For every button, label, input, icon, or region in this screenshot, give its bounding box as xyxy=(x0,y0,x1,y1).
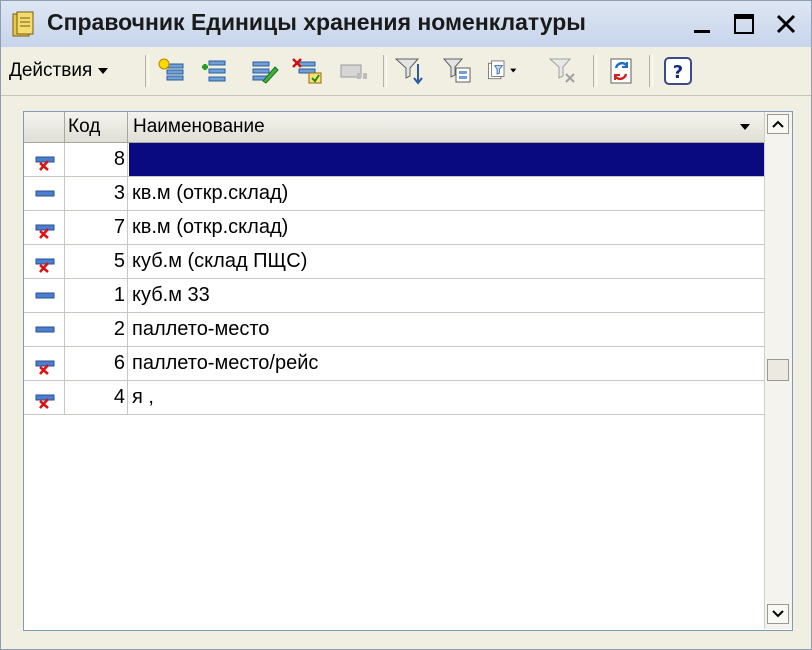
catalog-icon xyxy=(12,11,34,37)
copy-button-disabled[interactable] xyxy=(337,55,371,87)
refresh-icon xyxy=(610,58,632,84)
marked-for-deletion-icon xyxy=(24,245,65,278)
chevron-down-icon xyxy=(98,68,109,74)
element-icon xyxy=(24,177,65,210)
marked-for-deletion-icon xyxy=(24,211,65,244)
copy-disabled-icon xyxy=(340,64,367,79)
table-row[interactable]: 2 паллето-место xyxy=(24,313,764,347)
toolbar-separator xyxy=(383,55,387,87)
cell-code[interactable]: 8 xyxy=(65,143,128,176)
header-icon-column xyxy=(24,112,65,142)
actions-label: Действия xyxy=(9,60,93,81)
minimize-button[interactable] xyxy=(687,9,717,39)
grid-header: Код Наименование xyxy=(24,112,764,143)
toolbar-separator xyxy=(593,55,597,87)
filter-list-button[interactable] xyxy=(487,55,521,87)
help-button[interactable]: ? xyxy=(661,55,695,87)
cell-name[interactable]: паллето-место/рейс xyxy=(129,347,764,380)
element-icon xyxy=(24,279,65,312)
edit-icon xyxy=(252,61,279,84)
add-group-icon xyxy=(202,60,226,82)
cell-code[interactable]: 6 xyxy=(65,347,128,380)
cell-name[interactable]: куб.м 33 xyxy=(129,279,764,312)
table-row[interactable]: 8 xyxy=(24,143,764,177)
toolbar-separator xyxy=(649,55,653,87)
maximize-button[interactable] xyxy=(729,9,759,39)
add-group-button[interactable] xyxy=(197,55,231,87)
add-button[interactable] xyxy=(155,55,189,87)
toolbar-separator xyxy=(145,55,149,87)
scroll-up-button[interactable] xyxy=(767,114,789,134)
table-row[interactable]: 7 кв.м (откр.склад) xyxy=(24,211,764,245)
mark-delete-button[interactable] xyxy=(291,55,325,87)
cell-name[interactable]: куб.м (склад ПЩС) xyxy=(129,245,764,278)
marked-for-deletion-icon xyxy=(24,381,65,414)
filter-icon xyxy=(442,58,471,83)
data-grid[interactable]: Код Наименование 8 3 кв.м (откр.склад) 7 кв.… xyxy=(23,111,793,631)
add-icon xyxy=(158,58,184,81)
chevron-down-icon xyxy=(772,610,784,618)
title-bar: Справочник Единицы хранения номенклатуры xyxy=(1,1,811,47)
actions-menu-button[interactable]: Действия xyxy=(9,57,109,85)
marked-for-deletion-icon xyxy=(24,143,65,176)
header-name-label: Наименование xyxy=(133,116,265,137)
cell-name[interactable]: паллето-место xyxy=(129,313,764,346)
edit-button[interactable] xyxy=(247,55,281,87)
cell-code[interactable]: 5 xyxy=(65,245,128,278)
cell-name[interactable]: кв.м (откр.склад) xyxy=(129,177,764,210)
sort-dropdown-icon[interactable] xyxy=(740,124,750,130)
filter-button[interactable] xyxy=(441,55,475,87)
vertical-scrollbar[interactable] xyxy=(764,112,792,629)
element-icon xyxy=(24,313,65,346)
cell-code[interactable]: 3 xyxy=(65,177,128,210)
cell-code[interactable]: 4 xyxy=(65,381,128,414)
scroll-down-button[interactable] xyxy=(767,604,789,624)
table-row[interactable]: 3 кв.м (откр.склад) xyxy=(24,177,764,211)
marked-for-deletion-icon xyxy=(24,347,65,380)
cell-code[interactable]: 7 xyxy=(65,211,128,244)
svg-text:?: ? xyxy=(673,62,683,83)
cell-name[interactable]: кв.м (откр.склад) xyxy=(129,211,764,244)
cell-name[interactable] xyxy=(129,143,764,176)
scroll-thumb[interactable] xyxy=(767,359,789,381)
sort-button[interactable] xyxy=(393,55,427,87)
cell-code[interactable]: 1 xyxy=(65,279,128,312)
cell-code[interactable]: 2 xyxy=(65,313,128,346)
table-row[interactable]: 5 куб.м (склад ПЩС) xyxy=(24,245,764,279)
help-icon: ? xyxy=(664,57,692,85)
close-button[interactable] xyxy=(771,9,801,39)
cell-name[interactable]: я , xyxy=(129,381,764,414)
filter-clear-button[interactable] xyxy=(547,55,581,87)
sort-icon xyxy=(394,58,423,85)
delete-mark-icon xyxy=(292,58,322,84)
toolbar: Действия ? xyxy=(1,47,811,96)
header-code[interactable]: Код xyxy=(65,112,128,142)
table-row[interactable]: 6 паллето-место/рейс xyxy=(24,347,764,381)
filter-clear-icon xyxy=(548,58,575,83)
table-row[interactable]: 1 куб.м 33 xyxy=(24,279,764,313)
header-name[interactable]: Наименование xyxy=(129,112,764,142)
table-row[interactable]: 4я , xyxy=(24,381,764,415)
chevron-up-icon xyxy=(772,120,784,128)
window-title: Справочник Единицы хранения номенклатуры xyxy=(47,9,586,35)
refresh-button[interactable] xyxy=(605,55,639,87)
filter-list-icon xyxy=(488,60,517,80)
window: Справочник Единицы хранения номенклатуры… xyxy=(0,0,812,650)
